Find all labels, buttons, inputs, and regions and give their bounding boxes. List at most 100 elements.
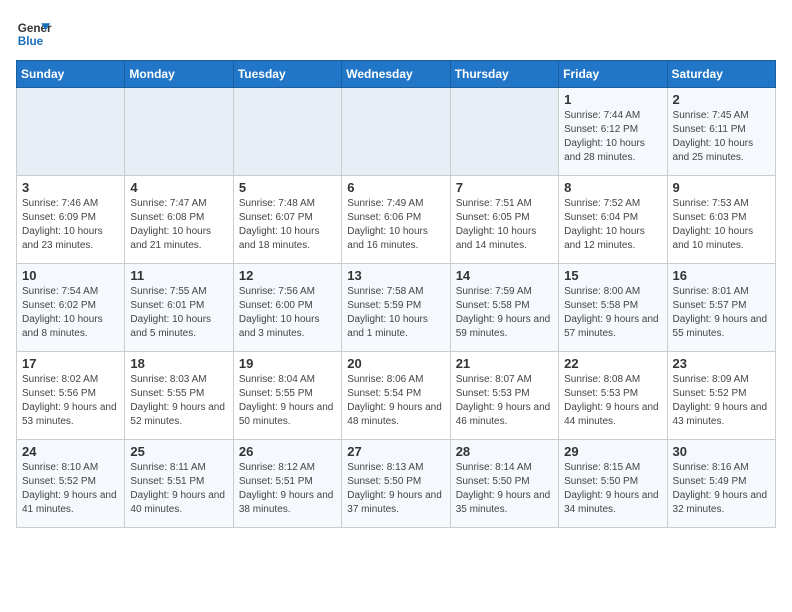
calendar-cell: 11 Sunrise: 7:55 AM Sunset: 6:01 PM Dayli…	[125, 264, 233, 352]
day-number: 6	[347, 180, 444, 195]
day-number: 13	[347, 268, 444, 283]
logo: General Blue	[16, 16, 52, 52]
cell-info: Sunrise: 7:51 AM Sunset: 6:05 PM Dayligh…	[456, 197, 553, 253]
cell-info: Sunrise: 8:16 AM Sunset: 5:49 PM Dayligh…	[673, 461, 770, 517]
calendar-cell: 2Sunrise: 7:45 AM Sunset: 6:11 PM Daylig…	[667, 88, 775, 176]
day-number: 24	[22, 444, 119, 459]
cell-info: Sunrise: 8:11 AM Sunset: 5:51 PM Dayligh…	[130, 461, 227, 517]
cell-info: Sunrise: 7:58 AM Sunset: 5:59 PM Dayligh…	[347, 285, 444, 341]
calendar-cell: 27Sunrise: 8:13 AM Sunset: 5:50 PM Dayli…	[342, 440, 450, 528]
calendar-cell: 16 Sunrise: 8:01 AM Sunset: 5:57 PM Dayli…	[667, 264, 775, 352]
cell-info: Sunrise: 8:10 AM Sunset: 5:52 PM Dayligh…	[22, 461, 119, 517]
calendar-cell: 20 Sunrise: 8:06 AM Sunset: 5:54 PM Dayli…	[342, 352, 450, 440]
cell-info: Sunrise: 8:08 AM Sunset: 5:53 PM Dayligh…	[564, 373, 661, 429]
day-number: 25	[130, 444, 227, 459]
day-number: 18	[130, 356, 227, 371]
calendar-cell: 21 Sunrise: 8:07 AM Sunset: 5:53 PM Dayli…	[450, 352, 558, 440]
calendar-cell: 14 Sunrise: 7:59 AM Sunset: 5:58 PM Dayli…	[450, 264, 558, 352]
cell-info: Sunrise: 7:59 AM Sunset: 5:58 PM Dayligh…	[456, 285, 553, 341]
day-number: 12	[239, 268, 336, 283]
calendar-cell: 4 Sunrise: 7:47 AM Sunset: 6:08 PM Daylig…	[125, 176, 233, 264]
day-header-saturday: Saturday	[667, 61, 775, 88]
cell-info: Sunrise: 8:04 AM Sunset: 5:55 PM Dayligh…	[239, 373, 336, 429]
calendar-cell: 25 Sunrise: 8:11 AM Sunset: 5:51 PM Dayli…	[125, 440, 233, 528]
cell-info: Sunrise: 8:14 AM Sunset: 5:50 PM Dayligh…	[456, 461, 553, 517]
cell-info: Sunrise: 7:46 AM Sunset: 6:09 PM Dayligh…	[22, 197, 119, 253]
calendar-table: SundayMondayTuesdayWednesdayThursdayFrid…	[16, 60, 776, 528]
calendar-cell: 18 Sunrise: 8:03 AM Sunset: 5:55 PM Dayli…	[125, 352, 233, 440]
day-header-monday: Monday	[125, 61, 233, 88]
cell-info: Sunrise: 8:07 AM Sunset: 5:53 PM Dayligh…	[456, 373, 553, 429]
calendar-cell	[17, 88, 125, 176]
day-number: 30	[673, 444, 770, 459]
day-number: 11	[130, 268, 227, 283]
calendar-cell: 8 Sunrise: 7:52 AM Sunset: 6:04 PM Daylig…	[559, 176, 667, 264]
day-number: 14	[456, 268, 553, 283]
day-number: 21	[456, 356, 553, 371]
cell-info: Sunrise: 7:55 AM Sunset: 6:01 PM Dayligh…	[130, 285, 227, 341]
cell-info: Sunrise: 8:03 AM Sunset: 5:55 PM Dayligh…	[130, 373, 227, 429]
calendar-cell: 23 Sunrise: 8:09 AM Sunset: 5:52 PM Dayli…	[667, 352, 775, 440]
day-header-friday: Friday	[559, 61, 667, 88]
day-number: 26	[239, 444, 336, 459]
day-number: 5	[239, 180, 336, 195]
calendar-cell: 30 Sunrise: 8:16 AM Sunset: 5:49 PM Dayli…	[667, 440, 775, 528]
cell-info: Sunrise: 7:49 AM Sunset: 6:06 PM Dayligh…	[347, 197, 444, 253]
day-header-wednesday: Wednesday	[342, 61, 450, 88]
cell-info: Sunrise: 7:48 AM Sunset: 6:07 PM Dayligh…	[239, 197, 336, 253]
cell-info: Sunrise: 7:47 AM Sunset: 6:08 PM Dayligh…	[130, 197, 227, 253]
calendar-cell: 29 Sunrise: 8:15 AM Sunset: 5:50 PM Dayli…	[559, 440, 667, 528]
cell-info: Sunrise: 7:52 AM Sunset: 6:04 PM Dayligh…	[564, 197, 661, 253]
cell-info: Sunrise: 8:02 AM Sunset: 5:56 PM Dayligh…	[22, 373, 119, 429]
calendar-cell: 17 Sunrise: 8:02 AM Sunset: 5:56 PM Dayli…	[17, 352, 125, 440]
day-number: 28	[456, 444, 553, 459]
calendar-cell: 24 Sunrise: 8:10 AM Sunset: 5:52 PM Dayli…	[17, 440, 125, 528]
day-number: 19	[239, 356, 336, 371]
calendar-cell	[233, 88, 341, 176]
calendar-cell: 22Sunrise: 8:08 AM Sunset: 5:53 PM Dayli…	[559, 352, 667, 440]
cell-info: Sunrise: 7:56 AM Sunset: 6:00 PM Dayligh…	[239, 285, 336, 341]
calendar-cell: 15 Sunrise: 8:00 AM Sunset: 5:58 PM Dayli…	[559, 264, 667, 352]
day-number: 1	[564, 92, 661, 107]
day-number: 2	[673, 92, 770, 107]
day-number: 29	[564, 444, 661, 459]
calendar-cell	[450, 88, 558, 176]
cell-info: Sunrise: 7:54 AM Sunset: 6:02 PM Dayligh…	[22, 285, 119, 341]
cell-info: Sunrise: 8:00 AM Sunset: 5:58 PM Dayligh…	[564, 285, 661, 341]
calendar-cell: 26 Sunrise: 8:12 AM Sunset: 5:51 PM Dayli…	[233, 440, 341, 528]
calendar-cell: 13 Sunrise: 7:58 AM Sunset: 5:59 PM Dayli…	[342, 264, 450, 352]
cell-info: Sunrise: 8:06 AM Sunset: 5:54 PM Dayligh…	[347, 373, 444, 429]
svg-text:Blue: Blue	[18, 35, 44, 48]
calendar-cell: 10 Sunrise: 7:54 AM Sunset: 6:02 PM Dayli…	[17, 264, 125, 352]
calendar-cell: 1 Sunrise: 7:44 AM Sunset: 6:12 PM Daylig…	[559, 88, 667, 176]
calendar-cell: 19 Sunrise: 8:04 AM Sunset: 5:55 PM Dayli…	[233, 352, 341, 440]
day-number: 20	[347, 356, 444, 371]
cell-info: Sunrise: 8:15 AM Sunset: 5:50 PM Dayligh…	[564, 461, 661, 517]
cell-info: Sunrise: 8:12 AM Sunset: 5:51 PM Dayligh…	[239, 461, 336, 517]
day-number: 9	[673, 180, 770, 195]
calendar-week-1: 1 Sunrise: 7:44 AM Sunset: 6:12 PM Daylig…	[17, 88, 776, 176]
calendar-cell: 5 Sunrise: 7:48 AM Sunset: 6:07 PM Daylig…	[233, 176, 341, 264]
calendar-header-row: SundayMondayTuesdayWednesdayThursdayFrid…	[17, 61, 776, 88]
cell-info: Sunrise: 8:01 AM Sunset: 5:57 PM Dayligh…	[673, 285, 770, 341]
day-header-thursday: Thursday	[450, 61, 558, 88]
calendar-cell: 6 Sunrise: 7:49 AM Sunset: 6:06 PM Daylig…	[342, 176, 450, 264]
day-number: 23	[673, 356, 770, 371]
day-number: 8	[564, 180, 661, 195]
calendar-cell: 7Sunrise: 7:51 AM Sunset: 6:05 PM Daylig…	[450, 176, 558, 264]
day-number: 10	[22, 268, 119, 283]
calendar-cell: 3Sunrise: 7:46 AM Sunset: 6:09 PM Daylig…	[17, 176, 125, 264]
calendar-cell	[342, 88, 450, 176]
day-number: 4	[130, 180, 227, 195]
day-number: 27	[347, 444, 444, 459]
cell-info: Sunrise: 8:09 AM Sunset: 5:52 PM Dayligh…	[673, 373, 770, 429]
calendar-cell: 9 Sunrise: 7:53 AM Sunset: 6:03 PM Daylig…	[667, 176, 775, 264]
day-header-sunday: Sunday	[17, 61, 125, 88]
day-number: 15	[564, 268, 661, 283]
day-number: 16	[673, 268, 770, 283]
cell-info: Sunrise: 7:53 AM Sunset: 6:03 PM Dayligh…	[673, 197, 770, 253]
cell-info: Sunrise: 7:44 AM Sunset: 6:12 PM Dayligh…	[564, 109, 661, 165]
day-number: 17	[22, 356, 119, 371]
calendar-week-2: 3Sunrise: 7:46 AM Sunset: 6:09 PM Daylig…	[17, 176, 776, 264]
calendar-week-5: 24 Sunrise: 8:10 AM Sunset: 5:52 PM Dayli…	[17, 440, 776, 528]
